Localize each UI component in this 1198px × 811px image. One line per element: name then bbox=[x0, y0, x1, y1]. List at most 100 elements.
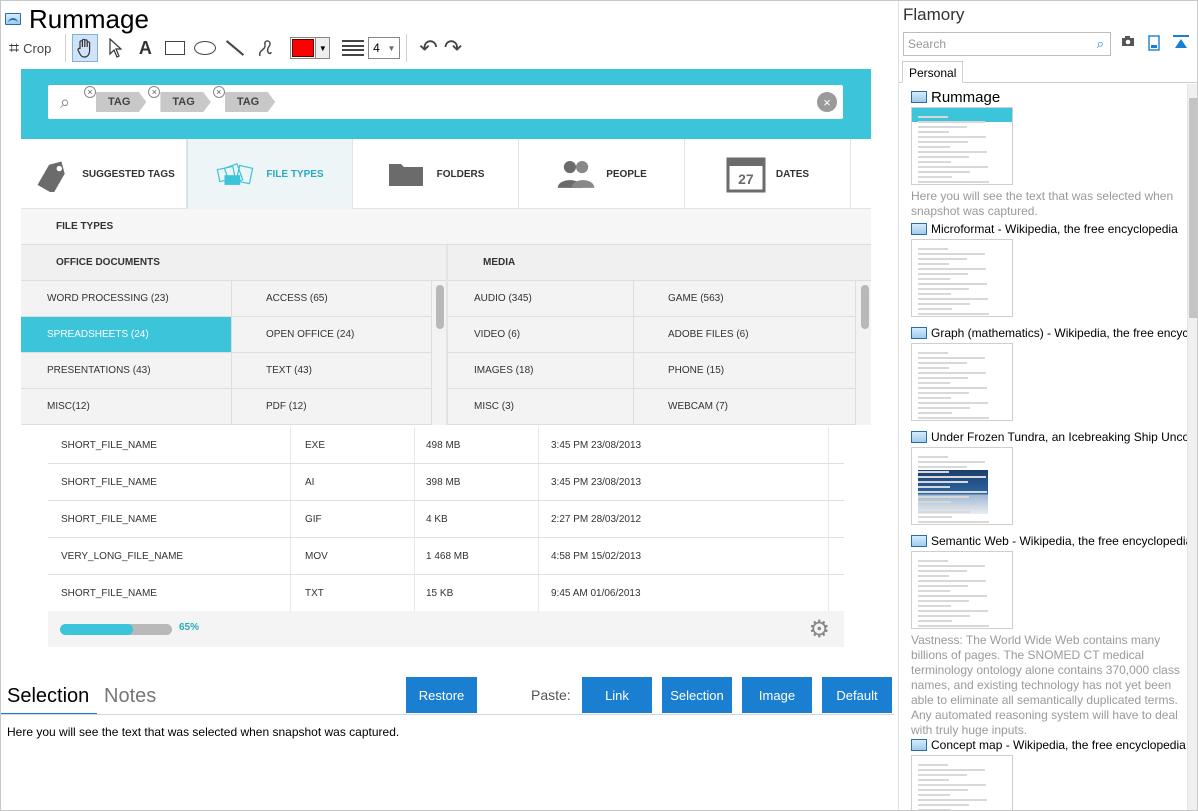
thumbnail-line bbox=[918, 151, 987, 153]
file-name: VERY_LONG_FILE_NAME bbox=[48, 538, 291, 574]
thumbnail-line bbox=[918, 352, 948, 354]
file-size: 398 MB bbox=[415, 464, 539, 500]
list-item[interactable]: Semantic Web - Wikipedia, the free encyc… bbox=[911, 533, 1187, 738]
file-type-filter[interactable]: OPEN OFFICE (24) bbox=[232, 317, 432, 353]
table-row[interactable]: SHORT_FILE_NAME AI 398 MB 3:45 PM 23/08/20… bbox=[48, 464, 844, 501]
table-row[interactable]: SHORT_FILE_NAME EXE 498 MB 3:45 PM 23/08/20… bbox=[48, 427, 844, 464]
page-icon bbox=[911, 91, 927, 103]
snapshot-tab-label: FOLDERS bbox=[436, 168, 485, 180]
progress-bar bbox=[60, 624, 172, 635]
thumbnail-line bbox=[918, 417, 989, 419]
thumbnail-line bbox=[918, 288, 969, 290]
list-item[interactable]: Graph (mathematics) - Wikipedia, the fre… bbox=[911, 325, 1187, 421]
toolbar: ⌗ Crop A ▼ 4 ▼ ↶ ↷ bbox=[5, 33, 485, 63]
file-type-filter[interactable]: ADOBE FILES (6) bbox=[634, 317, 856, 353]
file-type-filter[interactable]: IMAGES (18) bbox=[448, 353, 634, 389]
snapshot-tab-label: FILE TYPES bbox=[266, 168, 324, 180]
toolbar-separator bbox=[65, 34, 67, 62]
redo-icon[interactable]: ↷ bbox=[444, 35, 462, 61]
file-type-filter[interactable]: WEBCAM (7) bbox=[634, 389, 856, 425]
list-item[interactable]: Concept map - Wikipedia, the free encycl… bbox=[911, 737, 1187, 810]
snapshot-tab-label: SUGGESTED TAGS bbox=[82, 168, 175, 180]
file-date: 3:45 PM 23/08/2013 bbox=[539, 427, 829, 463]
thumbnail-line bbox=[918, 506, 988, 508]
thumbnail-line bbox=[918, 794, 950, 796]
snapshot-tab-people: PEOPLE bbox=[519, 139, 685, 209]
text-tool-button[interactable]: A bbox=[132, 34, 158, 62]
thumbnail-line bbox=[918, 779, 949, 781]
list-item[interactable]: Microformat - Wikipedia, the free encycl… bbox=[911, 221, 1187, 317]
text-tool-icon: A bbox=[138, 37, 152, 58]
table-row[interactable]: VERY_LONG_FILE_NAME MOV 1 468 MB 4:58 PM 15… bbox=[48, 538, 844, 575]
table-row[interactable]: SHORT_FILE_NAME TXT 15 KB 9:45 AM 01/06/201… bbox=[48, 575, 844, 612]
document-icon[interactable] bbox=[1147, 35, 1161, 51]
ellipse-tool-button[interactable] bbox=[192, 34, 218, 62]
list-item[interactable]: Under Frozen Tundra, an Icebreaking Ship… bbox=[911, 429, 1187, 525]
thumbnail-line bbox=[918, 799, 987, 801]
paste-image-button[interactable]: Image bbox=[742, 677, 812, 713]
rectangle-tool-button[interactable] bbox=[162, 34, 188, 62]
pointer-icon bbox=[109, 38, 123, 58]
file-type-filter[interactable]: ACCESS (65) bbox=[232, 281, 432, 317]
entry-header: Rummage bbox=[911, 89, 1187, 106]
thumbnail-line bbox=[918, 141, 968, 143]
paste-label: Paste: bbox=[531, 687, 571, 703]
collapse-top-icon[interactable] bbox=[1173, 35, 1189, 51]
snapshot-thumbnail bbox=[911, 755, 1013, 810]
thumbnail-line bbox=[918, 412, 952, 414]
camera-icon[interactable] bbox=[1121, 35, 1135, 51]
search-input[interactable] bbox=[904, 33, 1084, 55]
file-type-filter[interactable]: GAME (563) bbox=[634, 281, 856, 317]
snapshot-thumbnail bbox=[911, 551, 1013, 629]
page-icon bbox=[911, 739, 927, 751]
table-row[interactable]: SHORT_FILE_NAME GIF 4 KB 2:27 PM 28/03/2012 bbox=[48, 501, 844, 538]
file-type-filter[interactable]: WORD PROCESSING (23) bbox=[21, 281, 232, 317]
file-date: 9:45 AM 01/06/2013 bbox=[539, 575, 829, 611]
file-type-filter[interactable]: PHONE (15) bbox=[634, 353, 856, 389]
thumbnail-line bbox=[918, 501, 951, 503]
paste-link-button[interactable]: Link bbox=[582, 677, 652, 713]
restore-button[interactable]: Restore bbox=[406, 677, 477, 713]
media-heading: MEDIA bbox=[448, 245, 871, 281]
tab-notes[interactable]: Notes bbox=[104, 685, 156, 708]
snapshot-canvas[interactable]: ⌕ × TAG × TAG × TAG × SUGGESTED TAGS FIL… bbox=[21, 69, 871, 649]
thumbnail-line bbox=[918, 570, 967, 572]
thumbnail-line bbox=[918, 580, 986, 582]
file-type-filter[interactable]: SPREADSHEETS (24) bbox=[21, 317, 232, 353]
thumbnail-line bbox=[918, 565, 985, 567]
crop-button[interactable]: ⌗ Crop bbox=[5, 34, 55, 62]
line-tool-button[interactable] bbox=[222, 34, 248, 62]
search-icon[interactable]: ⌕ bbox=[1097, 36, 1104, 52]
tab-selection[interactable]: Selection bbox=[7, 685, 89, 708]
paste-selection-button[interactable]: Selection bbox=[662, 677, 732, 713]
thumbnail-line bbox=[918, 293, 951, 295]
tab-personal[interactable]: Personal bbox=[902, 61, 964, 83]
file-type-filter[interactable]: PDF (12) bbox=[232, 389, 432, 425]
thumbnail-line bbox=[918, 590, 950, 592]
hand-tool-button[interactable] bbox=[72, 34, 99, 62]
file-type-filter[interactable]: MISC (3) bbox=[448, 389, 634, 425]
flamory-panel: Flamory ⌕ Personal Rummage Here you will … bbox=[898, 1, 1197, 810]
scrollbar[interactable] bbox=[1187, 84, 1197, 810]
file-type-filter[interactable]: PRESENTATIONS (43) bbox=[21, 353, 232, 389]
freehand-tool-button[interactable] bbox=[252, 34, 278, 62]
line-width-select[interactable]: 4 ▼ bbox=[368, 37, 401, 59]
paste-default-button[interactable]: Default bbox=[822, 677, 892, 713]
thumbnail-line bbox=[918, 176, 952, 178]
file-type-filter[interactable]: VIDEO (6) bbox=[448, 317, 634, 353]
undo-icon[interactable]: ↶ bbox=[419, 35, 437, 61]
snapshot-header: ⌕ × TAG × TAG × TAG × bbox=[21, 69, 871, 139]
crop-icon: ⌗ bbox=[9, 37, 20, 58]
thumbnail-line bbox=[918, 402, 988, 404]
scrollbar-thumb[interactable] bbox=[1189, 98, 1197, 318]
file-type-filter[interactable]: MISC(12) bbox=[21, 389, 232, 425]
freehand-icon bbox=[259, 40, 273, 57]
gears-icon: ⚙ bbox=[808, 616, 830, 643]
file-type-filter[interactable]: TEXT (43) bbox=[232, 353, 432, 389]
list-item[interactable]: Rummage Here you will see the text that w… bbox=[911, 89, 1187, 219]
side-tabs: Personal bbox=[899, 61, 1197, 83]
entry-header: Under Frozen Tundra, an Icebreaking Ship… bbox=[911, 429, 1187, 445]
select-tool-button[interactable] bbox=[102, 34, 128, 62]
file-type-filter[interactable]: AUDIO (345) bbox=[448, 281, 634, 317]
color-picker[interactable]: ▼ bbox=[290, 37, 331, 59]
